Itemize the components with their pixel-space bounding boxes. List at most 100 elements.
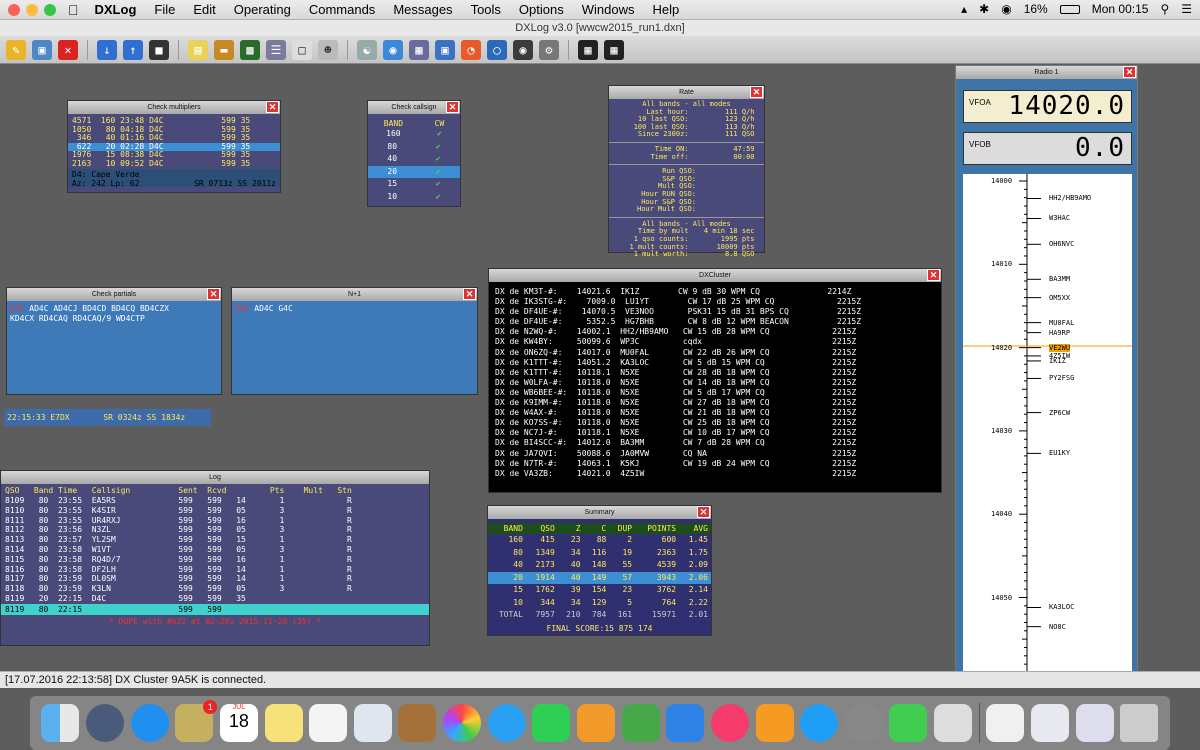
check-partials-titlebar[interactable]: Check partials ✕ xyxy=(7,288,221,301)
cluster-spot[interactable]: DX de KO7SS-#: 10118.0 N5XE CW 25 dB 18 … xyxy=(489,418,941,428)
launchpad-icon[interactable] xyxy=(85,704,124,742)
close-icon[interactable]: ✕ xyxy=(266,101,279,113)
menu-commands[interactable]: Commands xyxy=(309,2,375,17)
cluster-spot[interactable]: DX de K1TTT-#: 14051.2 KA3LOC CW 5 dB 15… xyxy=(489,358,941,368)
airplay-icon[interactable]: ▴ xyxy=(961,2,967,16)
facetime-icon[interactable] xyxy=(532,704,571,742)
band-map-spot[interactable]: MU0FAL xyxy=(1049,319,1074,327)
trash-icon[interactable] xyxy=(1120,704,1159,742)
table-row[interactable]: 20 1914 40 149 57 3943 2.06 xyxy=(488,571,711,584)
zoom-window-button[interactable] xyxy=(44,3,56,16)
band-map-spot[interactable]: HH2/HB9AMO xyxy=(1049,194,1091,202)
check-multipliers-titlebar[interactable]: Check multipliers ✕ xyxy=(68,101,280,114)
mail-icon[interactable]: 1 xyxy=(175,700,218,742)
band-map-spot[interactable]: VE2WU xyxy=(1049,343,1071,352)
radio-1-titlebar[interactable]: Radio 1 ✕ xyxy=(956,66,1137,79)
cluster-spot[interactable]: DX de KW4BY: 50099.6 WP3C cqdx 2215Z xyxy=(489,337,941,347)
qt-creator-icon[interactable] xyxy=(889,704,928,742)
contacts-icon[interactable] xyxy=(398,704,437,742)
band-row[interactable]: 15 ✔ xyxy=(368,178,460,191)
close-window-button[interactable] xyxy=(8,3,20,16)
dx-cluster-titlebar[interactable]: DXCluster ✕ xyxy=(489,269,941,282)
new-icon[interactable]: ✎ xyxy=(6,39,26,60)
cluster-spot[interactable]: DX de KM3T-#: 14021.6 IK1Z CW 9 dB 30 WP… xyxy=(489,287,941,297)
summary-titlebar[interactable]: Summary ✕ xyxy=(488,506,711,519)
documents-stack-icon[interactable] xyxy=(1031,704,1070,742)
band-map-spot[interactable]: PY2FSG xyxy=(1049,374,1074,382)
apple-menu-icon[interactable]:  xyxy=(68,2,79,18)
messages-icon[interactable] xyxy=(487,704,526,742)
close-icon[interactable]: ✕ xyxy=(207,288,220,300)
n-plus-1-matches[interactable]: AD4C G4C xyxy=(249,304,293,313)
close-icon[interactable]: ✕ xyxy=(463,288,476,300)
list-item[interactable]: 2163 10 09:52 D4C 599 35 xyxy=(68,159,280,169)
table-row[interactable]: 8111 80 23:55 UR4RXJ 599 599 16 1 R xyxy=(1,516,429,526)
user-icon[interactable]: ☻ xyxy=(318,39,338,60)
menu-help[interactable]: Help xyxy=(652,2,679,17)
band-row[interactable]: 20 ✔ xyxy=(368,165,460,179)
table-row[interactable]: 8117 80 23:59 DL0SM 599 599 14 1 R xyxy=(1,574,429,584)
document-icon[interactable]: □ xyxy=(292,39,312,60)
notification-center-icon[interactable]: ☰ xyxy=(1181,2,1192,16)
notes-app-icon[interactable] xyxy=(264,704,303,742)
arrow-up-icon[interactable]: ↑ xyxy=(123,39,143,60)
app-store-icon[interactable] xyxy=(800,704,839,742)
band-row[interactable]: 80 ✔ xyxy=(368,141,460,154)
menu-file[interactable]: File xyxy=(154,2,175,17)
close-icon[interactable]: ✕ xyxy=(446,101,459,113)
menu-messages[interactable]: Messages xyxy=(393,2,452,17)
table-row[interactable]: 8110 80 23:55 K4SIR 599 599 05 3 R xyxy=(1,506,429,516)
downloads-stack-icon[interactable] xyxy=(986,704,1025,742)
system-preferences-icon[interactable] xyxy=(844,704,883,742)
menu-windows[interactable]: Windows xyxy=(582,2,635,17)
xcode-icon[interactable] xyxy=(934,704,973,742)
settings-icon[interactable]: ⚙ xyxy=(539,39,559,60)
check-callsign-titlebar[interactable]: Check callsign ✕ xyxy=(368,101,460,114)
arrow-down-icon[interactable]: ↓ xyxy=(97,39,117,60)
wifi-icon[interactable]: ◉ xyxy=(1001,2,1011,16)
log-entry[interactable]: 8119 80 22:15 599 599 xyxy=(1,605,222,614)
band-map-spot[interactable]: HA9RP xyxy=(1049,329,1070,337)
table-row[interactable]: 8116 80 23:58 DF2LH 599 599 14 1 R xyxy=(1,565,429,575)
cluster-spot[interactable]: DX de W4AX-#: 10118.0 N5XE CW 21 dB 18 W… xyxy=(489,408,941,418)
band-map-spot[interactable]: EU1KY xyxy=(1049,449,1070,457)
band-map[interactable]: 14000 14010 14020 14030 14040 14050 HH2/HB9AM… xyxy=(963,174,1132,672)
band-map-spot[interactable]: OM5XX xyxy=(1049,294,1070,302)
log-titlebar[interactable]: Log xyxy=(1,471,429,484)
table-row[interactable]: TOTAL 7957 210 784 161 15971 2.01 xyxy=(488,609,711,622)
cluster-spot[interactable]: DX de K9IMM-#: 10118.0 N5XE CW 27 dB 18 … xyxy=(489,398,941,408)
ibooks-icon[interactable] xyxy=(755,704,794,742)
band-map-spot[interactable]: NO8C xyxy=(1049,623,1066,631)
band-map-spot[interactable]: OH6NVC xyxy=(1049,240,1074,248)
band-row[interactable]: 10 ✔ xyxy=(368,191,460,204)
table-row[interactable]: 8115 80 23:58 RQ4D/7 599 599 16 1 R xyxy=(1,555,429,565)
band-map-spot[interactable]: IK1Z xyxy=(1049,357,1066,365)
close-icon[interactable]: ✕ xyxy=(750,86,763,98)
cluster-spot[interactable]: DX de VA3ZB: 14021.0 4Z5IW 2215Z xyxy=(489,469,941,479)
band-map-spot[interactable]: ZP6CW xyxy=(1049,409,1070,417)
close-icon[interactable]: ✕ xyxy=(927,269,940,281)
cluster-spot[interactable]: DX de WB6BEE-#: 10118.0 N5XE CW 5 dB 17 … xyxy=(489,388,941,398)
cluster-spot[interactable]: DX de DF4UE-#: 5352.5 HG7BHB CW 8 dB 12 … xyxy=(489,317,941,327)
photos-icon[interactable] xyxy=(443,704,482,742)
cluster-spot[interactable]: DX de K1TTT-#: 10118.1 N5XE CW 28 dB 18 … xyxy=(489,368,941,378)
table-row[interactable]: 8109 80 23:55 EA5RS 599 599 14 1 R xyxy=(1,496,429,506)
safari-icon[interactable] xyxy=(130,704,169,742)
menu-operating[interactable]: Operating xyxy=(234,2,291,17)
delete-icon[interactable]: ✕ xyxy=(58,39,78,60)
world-icon[interactable]: ◯ xyxy=(487,39,507,60)
log-entry-row[interactable]: 8119 80 22:15 599 599 xyxy=(1,603,429,615)
pages-icon[interactable] xyxy=(577,704,615,742)
keyer-icon[interactable]: ▬ xyxy=(214,39,234,60)
partials-line-1[interactable]: AD4C AD4CJ BD4CD BD4CQ BD4CZX xyxy=(24,304,169,313)
eraser-icon[interactable]: ■ xyxy=(149,39,169,60)
partials-line-2[interactable]: KD4CX RD4CAQ RD4CAQ/9 WD4CTP xyxy=(10,314,145,323)
keynote-icon[interactable] xyxy=(666,704,705,742)
itunes-icon[interactable] xyxy=(710,704,749,742)
bluetooth-icon[interactable]: ✱ xyxy=(979,2,989,16)
close-icon[interactable]: ✕ xyxy=(1123,66,1136,78)
menu-tools[interactable]: Tools xyxy=(471,2,501,17)
battery-icon[interactable] xyxy=(1059,4,1080,14)
band-map-spot[interactable]: W3HAC xyxy=(1049,214,1070,222)
reminders-icon[interactable] xyxy=(309,704,348,742)
